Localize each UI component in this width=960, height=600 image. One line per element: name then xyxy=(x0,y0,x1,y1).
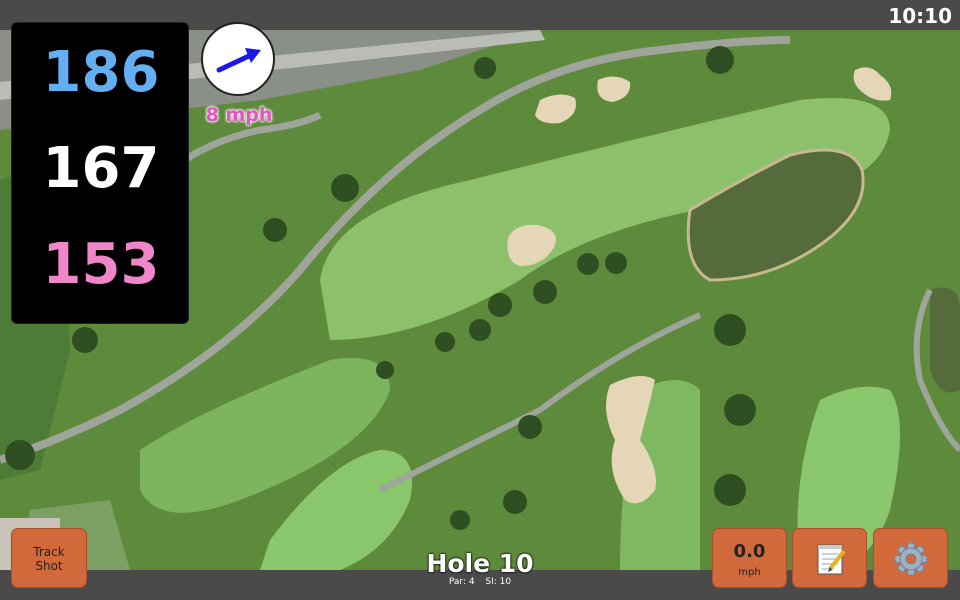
front-yardage: 153 xyxy=(42,232,160,297)
speed-button[interactable]: 0.0 mph xyxy=(712,528,787,588)
hole-par: Par: 4 xyxy=(448,577,475,587)
wind-indicator xyxy=(201,22,275,96)
track-shot-label-line2: Shot xyxy=(35,559,63,573)
arrow-icon xyxy=(216,48,261,73)
track-shot-label-line1: Track xyxy=(33,545,65,559)
notepad-icon xyxy=(817,544,846,575)
track-shot-button[interactable]: Track Shot xyxy=(11,528,87,588)
wind-speed-label: 8 mph xyxy=(205,104,273,126)
hole-stroke-index: SI: 10 xyxy=(485,577,512,587)
yardage-panel: 186 167 153 xyxy=(11,22,189,324)
back-yardage: 186 xyxy=(42,40,160,105)
gear-icon xyxy=(894,542,928,576)
speed-value: 0.0 xyxy=(733,541,766,562)
hole-title: Hole 10 xyxy=(426,549,534,578)
hole-info: Par: 4 SI: 10 xyxy=(380,577,580,587)
settings-button[interactable] xyxy=(873,528,948,588)
middle-yardage: 167 xyxy=(42,136,160,201)
status-clock: 10:10 xyxy=(888,4,952,28)
notes-button[interactable] xyxy=(792,528,867,588)
speed-unit: mph xyxy=(738,567,761,578)
